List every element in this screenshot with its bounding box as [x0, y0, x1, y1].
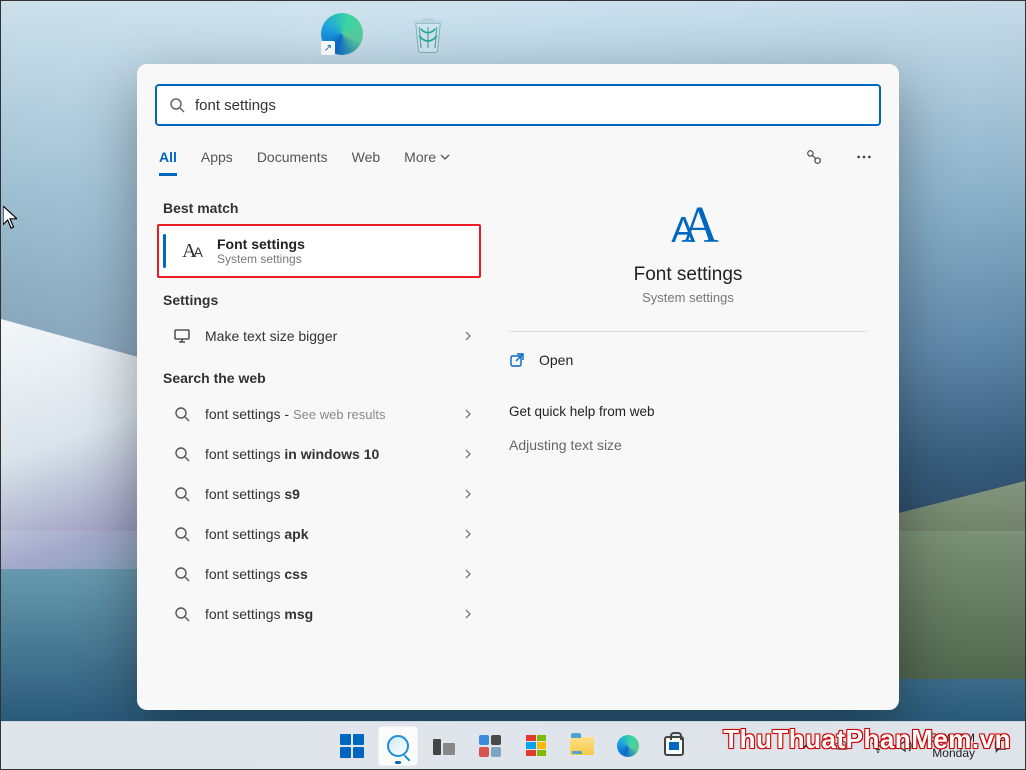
- store-icon: [664, 736, 684, 756]
- preview-subtitle: System settings: [642, 290, 734, 305]
- font-settings-large-icon: AA: [671, 200, 705, 252]
- edge-icon: ↗: [321, 13, 363, 55]
- web-result[interactable]: font settings css: [159, 554, 481, 594]
- tray-overflow-button[interactable]: [794, 726, 822, 766]
- chevron-right-icon: [463, 526, 477, 542]
- chevron-down-icon: [440, 152, 450, 162]
- open-label: Open: [539, 352, 573, 368]
- heading-best-match: Best match: [163, 200, 481, 216]
- web-result[interactable]: font settings msg: [159, 594, 481, 634]
- tray-day: Monday: [932, 746, 975, 761]
- best-match-title: Font settings: [217, 236, 305, 252]
- best-match-subtitle: System settings: [217, 252, 305, 266]
- preview-title: Font settings: [634, 264, 743, 286]
- search-icon: [387, 735, 409, 757]
- taskbar: 5:20 PM Monday: [1, 721, 1025, 769]
- task-view-button[interactable]: [424, 726, 464, 766]
- list-item-label: Make text size bigger: [205, 328, 449, 344]
- search-input[interactable]: [195, 97, 867, 114]
- chevron-up-icon: [802, 740, 814, 752]
- windows-logo-icon: [340, 734, 364, 758]
- more-options-button[interactable]: [851, 144, 877, 170]
- list-item-label: font settings msg: [205, 606, 449, 622]
- chevron-right-icon: [463, 606, 477, 622]
- search-preview-pane: AA Font settings System settings Open Ge…: [481, 186, 895, 710]
- web-result[interactable]: font settings apk: [159, 514, 481, 554]
- search-icon: [173, 485, 191, 503]
- widgets-button[interactable]: [470, 726, 510, 766]
- preview-action-open[interactable]: Open: [509, 338, 867, 382]
- task-view-icon: [433, 737, 455, 755]
- divider: [509, 331, 867, 332]
- chevron-right-icon: [463, 328, 477, 344]
- chevron-right-icon: [463, 566, 477, 582]
- start-button[interactable]: [332, 726, 372, 766]
- start-search-panel: All Apps Documents Web More Best match A…: [137, 64, 899, 710]
- chevron-right-icon: [463, 486, 477, 502]
- shortcut-arrow-icon: ↗: [321, 41, 335, 55]
- ellipsis-icon: [855, 148, 873, 166]
- chevron-right-icon: [463, 406, 477, 422]
- web-result[interactable]: font settings - See web results: [159, 394, 481, 434]
- edge-button[interactable]: [608, 726, 648, 766]
- web-result[interactable]: font settings s9: [159, 474, 481, 514]
- help-heading: Get quick help from web: [509, 404, 867, 419]
- search-box[interactable]: [155, 84, 881, 126]
- tab-apps[interactable]: Apps: [201, 141, 233, 173]
- tab-all[interactable]: All: [159, 141, 177, 176]
- tray-time: 5:20 PM: [930, 731, 975, 746]
- recycle-bin-icon: [407, 13, 449, 55]
- search-results-column: Best match AA Font settings System setti…: [141, 186, 481, 710]
- search-icon: [173, 605, 191, 623]
- notifications-button[interactable]: [985, 726, 1017, 766]
- list-item-label: font settings apk: [205, 526, 449, 542]
- tab-more-label: More: [404, 149, 436, 165]
- office-button[interactable]: [516, 726, 556, 766]
- list-item-label: font settings s9: [205, 486, 449, 502]
- search-icon: [173, 525, 191, 543]
- list-item-label: font settings - See web results: [205, 406, 449, 422]
- web-result[interactable]: font settings in windows 10: [159, 434, 481, 474]
- edge-icon: [617, 735, 639, 757]
- tray-quick-settings[interactable]: [862, 726, 920, 766]
- tab-web[interactable]: Web: [352, 141, 381, 173]
- chevron-right-icon: [463, 446, 477, 462]
- tray-onedrive[interactable]: [826, 726, 858, 766]
- system-tray: 5:20 PM Monday: [794, 722, 1017, 769]
- heading-search-web: Search the web: [163, 370, 481, 386]
- help-link-adjusting-text-size[interactable]: Adjusting text size: [509, 431, 867, 459]
- search-icon: [169, 97, 185, 113]
- microsoft-store-button[interactable]: [654, 726, 694, 766]
- monitor-icon: [173, 327, 191, 345]
- volume-icon: [896, 738, 912, 754]
- file-explorer-button[interactable]: [562, 726, 602, 766]
- office-icon: [526, 735, 546, 757]
- open-external-icon: [509, 352, 525, 368]
- wifi-icon: [870, 738, 886, 754]
- search-icon: [173, 565, 191, 583]
- list-item-label: font settings css: [205, 566, 449, 582]
- file-explorer-icon: [570, 737, 594, 755]
- desktop-icon-recycle-bin[interactable]: [407, 13, 449, 55]
- search-icon: [173, 445, 191, 463]
- tab-more[interactable]: More: [404, 141, 450, 173]
- search-icon: [173, 405, 191, 423]
- devices-icon: [805, 148, 823, 166]
- desktop-icon-edge[interactable]: ↗: [321, 13, 363, 55]
- search-filter-tabs: All Apps Documents Web More: [137, 136, 899, 178]
- cloud-icon: [834, 738, 850, 754]
- widgets-icon: [479, 735, 501, 757]
- best-match-result[interactable]: AA Font settings System settings: [157, 224, 481, 278]
- settings-result-make-text-bigger[interactable]: Make text size bigger: [159, 316, 481, 356]
- heading-settings: Settings: [163, 292, 481, 308]
- tray-clock[interactable]: 5:20 PM Monday: [924, 731, 981, 761]
- notification-icon: [993, 738, 1009, 754]
- tab-documents[interactable]: Documents: [257, 141, 328, 173]
- taskbar-search-button[interactable]: [378, 726, 418, 766]
- search-across-devices-button[interactable]: [801, 144, 827, 170]
- font-settings-icon: AA: [177, 240, 205, 263]
- list-item-label: font settings in windows 10: [205, 446, 449, 462]
